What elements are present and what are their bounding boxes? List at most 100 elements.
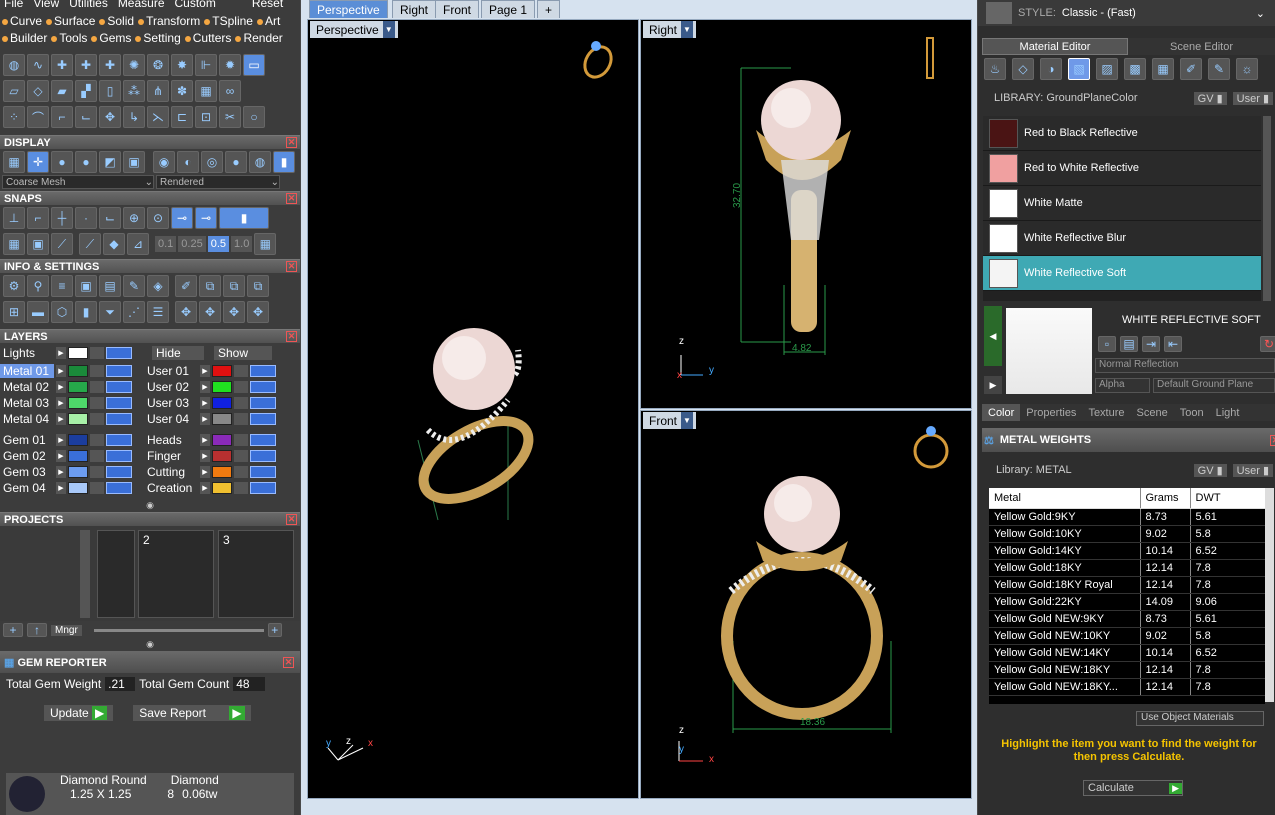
snap-active-icon[interactable]: ▮ [219, 207, 269, 229]
layer-color-swatch[interactable] [68, 482, 88, 494]
brush-material-icon[interactable]: ✎ [1208, 58, 1230, 80]
snap-center-icon[interactable]: ⊕ [123, 207, 145, 229]
brush-icon[interactable]: ✐ [175, 275, 197, 297]
visibility-toggle[interactable] [250, 482, 276, 494]
gem-array-icon[interactable]: ✚ [75, 54, 97, 76]
tab-scene[interactable]: Scene [1131, 404, 1174, 421]
layer-arrow-icon[interactable]: ▶ [200, 365, 210, 377]
layer-row[interactable]: Heads ▶ [144, 432, 276, 448]
snap-value-4[interactable]: 1.0 [231, 236, 253, 252]
windows-icon[interactable]: ⊞ [3, 301, 25, 323]
menu-tools[interactable]: Tools [51, 31, 87, 45]
layer-arrow-icon[interactable]: ▶ [56, 466, 66, 478]
layer-arrow-icon[interactable]: ▶ [56, 397, 66, 409]
material-item[interactable]: Red to White Reflective [983, 151, 1261, 186]
display-toggle-icon[interactable]: ▮ [273, 151, 295, 173]
snap-cross-icon[interactable]: ┼ [51, 207, 73, 229]
layer-color-swatch[interactable] [212, 482, 232, 494]
copy-material-icon[interactable]: ▤ [1120, 336, 1138, 352]
lock-icon[interactable] [90, 347, 104, 359]
visibility-toggle[interactable] [250, 381, 276, 393]
ring-tool-icon[interactable]: ◍ [3, 54, 25, 76]
pave-icon[interactable]: ⁂ [123, 80, 145, 102]
paint-icon[interactable]: ✐ [1180, 58, 1202, 80]
refresh-icon[interactable]: ↻ [1260, 336, 1275, 352]
user-toggle[interactable]: User ▮ [1232, 91, 1273, 105]
wireframe-icon[interactable]: ▦ [3, 151, 25, 173]
table-row[interactable]: Yellow Gold NEW:18KY 12.14 7.8 [989, 661, 1265, 679]
shaded-icon[interactable]: ✛ [27, 151, 49, 173]
table-row[interactable]: Yellow Gold:9KY 8.73 5.61 [989, 508, 1265, 526]
layer-row[interactable]: User 03 ▶ [144, 395, 276, 411]
bulb-icon[interactable]: ☼ [1236, 58, 1258, 80]
menu-transform[interactable]: Transform [138, 14, 200, 28]
move-icon[interactable]: ✥ [99, 106, 121, 128]
gem-detail-row[interactable]: Diamond Round Diamond 1.25 X 1.25 8 0.06tw [6, 773, 294, 815]
close-icon[interactable]: ✕ [1270, 434, 1275, 446]
save-report-button[interactable]: Save Report ▶ [133, 705, 251, 721]
link-icon[interactable]: ⊏ [171, 106, 193, 128]
layer-arrow-icon[interactable]: ▶ [200, 397, 210, 409]
user-toggle[interactable]: User ▮ [1232, 464, 1273, 477]
gear-icon[interactable]: ✹ [219, 54, 241, 76]
visibility-toggle[interactable] [250, 466, 276, 478]
tab-scene-editor[interactable]: Scene Editor [1128, 38, 1275, 55]
diamond-icon[interactable]: ◇ [27, 80, 49, 102]
material-ball-5-icon[interactable]: ◍ [249, 151, 271, 173]
split-icon[interactable]: ⋔ [147, 80, 169, 102]
reflection-select[interactable]: Normal Reflection [1095, 358, 1275, 373]
fan-icon[interactable]: ⋋ [147, 106, 169, 128]
column-header[interactable]: Metal [989, 488, 1141, 509]
layer-color-swatch[interactable] [212, 381, 232, 393]
layer-row[interactable]: Gem 04 ▶ [0, 480, 132, 496]
layer-color-swatch[interactable] [212, 466, 232, 478]
layer-row[interactable]: Gem 02 ▶ [0, 448, 132, 464]
tab-color[interactable]: Color [982, 404, 1021, 421]
perspective-viewport[interactable]: Perspective ▼ y z x [307, 19, 639, 799]
tab-light[interactable]: Light [1210, 404, 1246, 421]
project-slot-3[interactable]: 3 [218, 530, 294, 618]
menu-cutters[interactable]: Cutters [184, 31, 231, 45]
frame-c-icon[interactable]: ⧉ [247, 275, 269, 297]
layer-row[interactable]: Cutting ▶ [144, 464, 276, 480]
lock-icon[interactable] [234, 397, 248, 409]
lock-icon[interactable] [234, 434, 248, 446]
scene-icon[interactable]: ▣ [123, 151, 145, 173]
table-row[interactable]: Yellow Gold:10KY 9.02 5.8 [989, 525, 1265, 543]
add-tab-button[interactable]: + [537, 0, 561, 18]
lock-icon[interactable] [234, 381, 248, 393]
menu-setting[interactable]: Setting [135, 31, 181, 45]
cluster-icon[interactable]: ✺ [123, 54, 145, 76]
table-row[interactable]: Yellow Gold:18KY Royal 12.14 7.8 [989, 576, 1265, 594]
close-icon[interactable]: ✕ [286, 193, 297, 204]
update-button[interactable]: Update ▶ [44, 705, 114, 721]
menu-view[interactable]: View [33, 0, 59, 12]
cylinder-icon[interactable]: ▮ [75, 301, 97, 323]
chain-icon[interactable]: ∞ [219, 80, 241, 102]
lock-icon[interactable] [90, 397, 104, 409]
table-row[interactable]: Yellow Gold NEW:14KY 10.14 6.52 [989, 644, 1265, 662]
shank-icon[interactable]: ▱ [3, 80, 25, 102]
layer-arrow-icon[interactable]: ▶ [56, 450, 66, 462]
add-project-icon[interactable]: + [3, 623, 23, 637]
pencil-icon[interactable]: ✎ [123, 275, 145, 297]
prong-tool-icon[interactable]: ✚ [99, 54, 121, 76]
bend-icon[interactable]: ↳ [123, 106, 145, 128]
menu-measure[interactable]: Measure [118, 0, 165, 12]
visibility-toggle[interactable] [106, 450, 132, 462]
visibility-toggle[interactable] [106, 466, 132, 478]
sphere-purple-icon[interactable]: ● [75, 151, 97, 173]
close-icon[interactable]: ✕ [286, 331, 297, 342]
flame-icon[interactable]: ♨ [984, 58, 1006, 80]
frame-a-icon[interactable]: ⧉ [199, 275, 221, 297]
layer-arrow-icon[interactable]: ▶ [56, 381, 66, 393]
material-ball-4-icon[interactable]: ● [225, 151, 247, 173]
menu-surface[interactable]: Surface [46, 14, 95, 28]
zoom-icon[interactable]: ⚲ [27, 275, 49, 297]
visibility-toggle[interactable] [250, 365, 276, 377]
tab-page-1[interactable]: Page 1 [481, 0, 536, 18]
layer-row[interactable]: User 02 ▶ [144, 379, 276, 395]
tab-texture[interactable]: Texture [1082, 404, 1130, 421]
document-icon[interactable]: ▤ [99, 275, 121, 297]
lock-icon[interactable] [234, 482, 248, 494]
